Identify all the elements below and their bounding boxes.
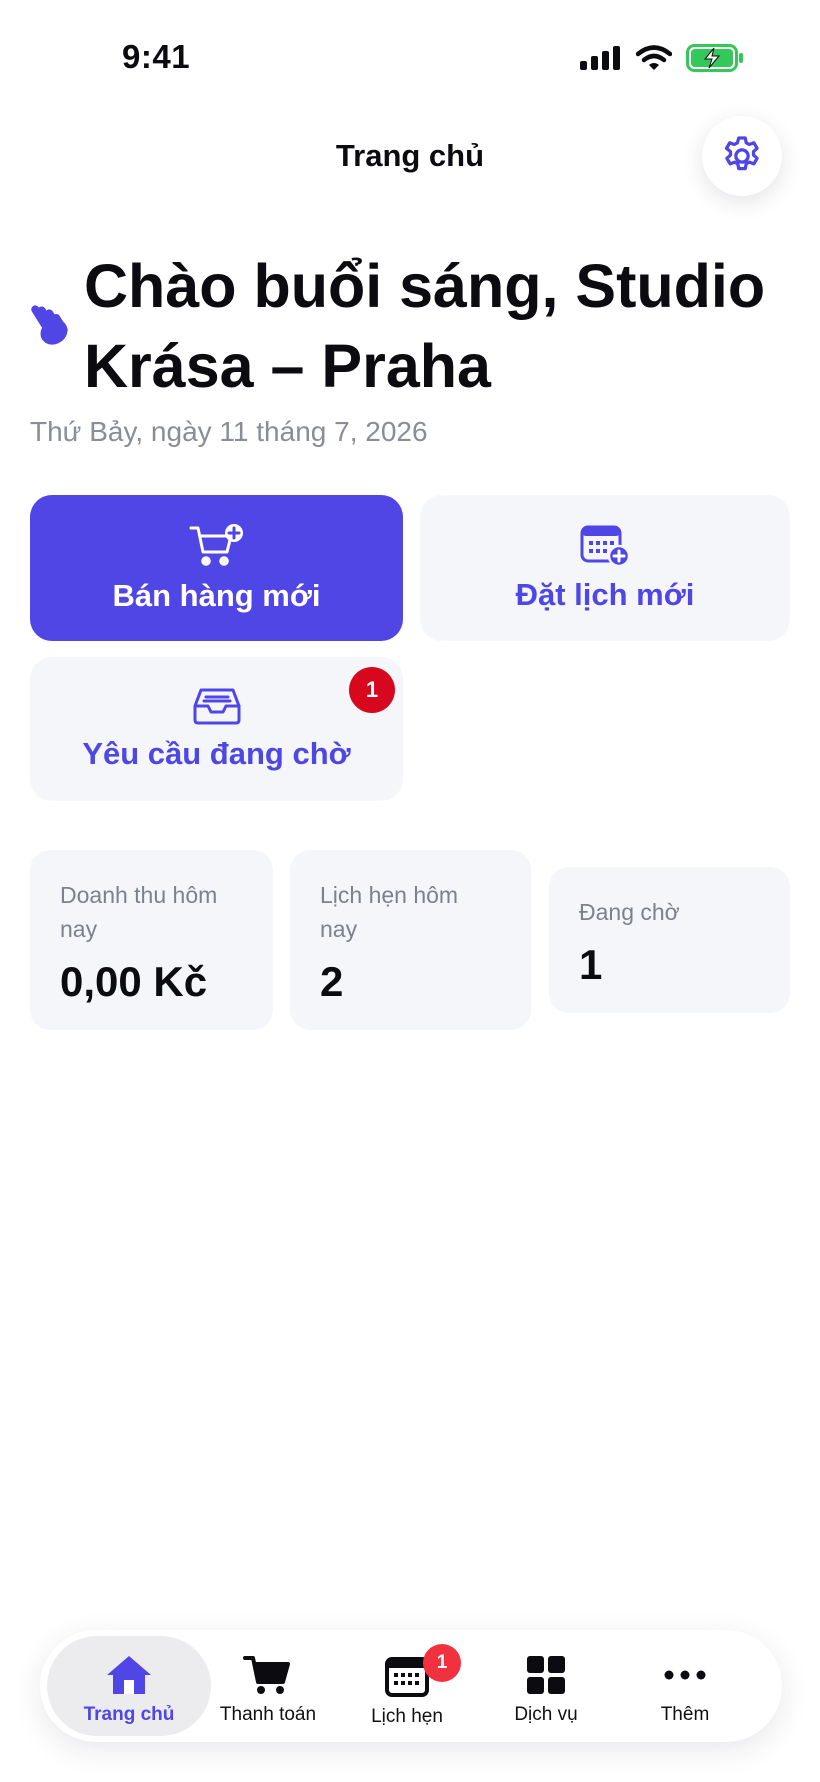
stat-card-pending: Đang chờ 1 xyxy=(549,867,790,1013)
stat-value: 0,00 Kč xyxy=(60,958,208,1005)
waving-hand-icon xyxy=(31,305,68,345)
tab-more[interactable]: Thêm xyxy=(603,1636,767,1736)
new-booking-button[interactable]: Đặt lịch mới xyxy=(420,495,790,641)
grid-icon xyxy=(527,1656,565,1694)
wifi-icon xyxy=(636,45,672,70)
pending-requests-button[interactable]: Yêu cầu đang chờ xyxy=(30,657,403,801)
tab-bar: Trang chủ Thanh toán Lịch hẹn 1 Dịch vụ … xyxy=(40,1630,782,1742)
tab-label: Thêm xyxy=(660,1704,710,1725)
cellular-signal-icon xyxy=(580,46,620,70)
gear-icon xyxy=(724,136,759,171)
tab-label: Trang chủ xyxy=(83,1704,175,1725)
stat-card-revenue: Doanh thu hôm nay 0,00 Kč xyxy=(30,850,273,1030)
settings-button[interactable] xyxy=(702,116,782,196)
current-date: Thứ Bảy, ngày 11 tháng 7, 2026 xyxy=(30,416,428,447)
greeting-heading: Chào buổi sáng, Studio Krása – Praha xyxy=(84,252,766,400)
battery-charging-icon xyxy=(686,44,743,72)
tab-label: Thanh toán xyxy=(219,1704,317,1725)
stat-value: 2 xyxy=(320,958,344,1005)
new-sale-button[interactable]: Bán hàng mới xyxy=(30,495,403,641)
calendar-plus-icon xyxy=(580,525,630,567)
stat-label: Lịch hẹn hôm nay xyxy=(320,882,459,942)
pending-requests-label: Yêu cầu đang chờ xyxy=(82,736,351,771)
tab-label: Lịch hẹn xyxy=(371,1706,443,1727)
page-title: Trang chủ xyxy=(335,138,485,173)
appointments-badge: 1 xyxy=(423,1644,461,1682)
home-screen: 9:41 Trang chủ Chào buổi sáng, Studio Kr… xyxy=(0,0,820,1782)
more-dots-icon xyxy=(664,1670,706,1680)
stat-card-appointments: Lịch hẹn hôm nay 2 xyxy=(290,850,531,1030)
status-time: 9:41 xyxy=(122,38,191,75)
pending-requests-badge: 1 xyxy=(349,667,395,713)
stat-label: Doanh thu hôm nay xyxy=(60,882,218,942)
new-sale-label: Bán hàng mới xyxy=(112,578,321,613)
status-icons xyxy=(580,44,744,72)
stat-value: 1 xyxy=(579,941,603,988)
new-booking-label: Đặt lịch mới xyxy=(515,577,695,612)
inbox-icon xyxy=(193,688,240,725)
cart-plus-icon xyxy=(189,524,243,566)
cart-icon xyxy=(243,1656,290,1694)
stat-label: Đang chờ xyxy=(579,899,680,925)
tab-label: Dịch vụ xyxy=(514,1704,578,1725)
house-icon xyxy=(107,1656,151,1694)
